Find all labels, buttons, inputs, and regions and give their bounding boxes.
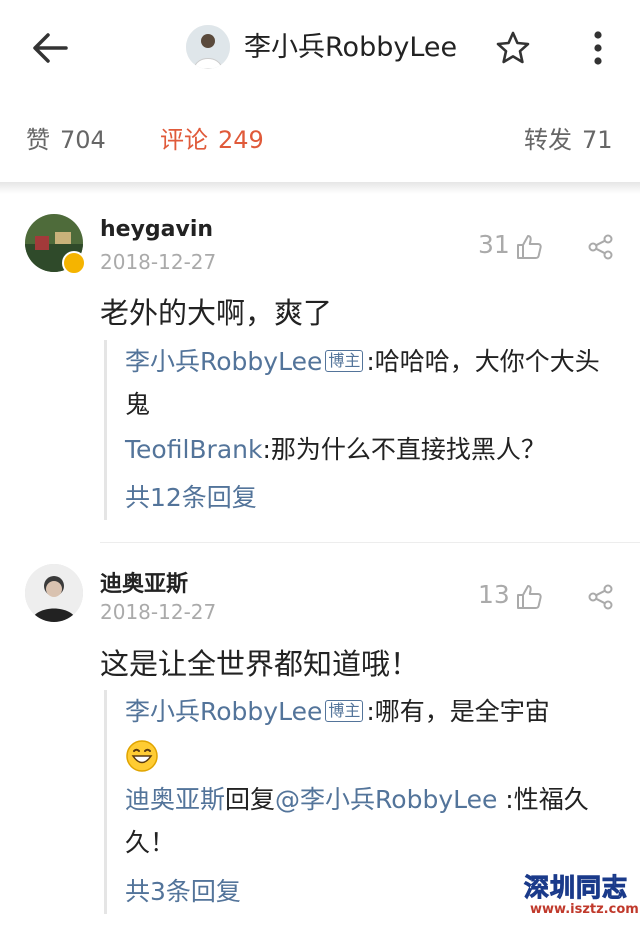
tab-likes[interactable]: 赞 704 [26,125,106,155]
comment-username[interactable]: heygavin [100,217,213,242]
reply-username[interactable]: TeofilBrank [125,435,262,464]
more-options-icon[interactable] [580,28,616,68]
page-title: 李小兵RobbyLee [244,32,458,63]
verified-badge-icon [62,251,86,275]
reposts-count: 71 [582,126,613,154]
like-count: 13 [478,580,510,609]
reply-username[interactable]: 李小兵RobbyLee [125,697,322,726]
watermark-url: www.isztz.com [528,902,640,917]
comment-date: 2018-12-27 [100,250,217,274]
like-count: 31 [478,230,510,259]
site-watermark: 深圳同志 www.isztz.com [523,868,640,922]
host-badge: 博主 [325,350,364,372]
reply-item: TeofilBrank:那为什么不直接找黑人？ [125,428,605,471]
tab-reposts[interactable]: 转发 71 [524,125,613,155]
thumbs-up-icon[interactable] [514,232,544,262]
reply-text: :那为什么不直接找黑人？ [262,435,546,464]
reposts-label: 转发 [524,126,572,154]
comment-item: heygavin 2018-12-27 31 老外的大啊，爽了 李小兵Robby… [0,194,640,544]
grinning-emoji-icon [126,740,158,772]
host-badge: 博主 [325,700,364,722]
avatar[interactable] [25,564,83,622]
stats-bar: 赞 704 评论 249 转发 71 [0,96,640,182]
share-icon[interactable] [586,232,616,262]
likes-count: 704 [60,126,106,154]
stats-divider [0,182,640,194]
star-icon[interactable] [493,28,533,68]
comments-label: 评论 [160,126,208,154]
reply-box[interactable]: 李小兵RobbyLee 博主:哈哈哈，大你个大头鬼 TeofilBrank:那为什… [104,340,619,520]
reply-username[interactable]: 李小兵RobbyLee [125,347,322,376]
reply-username[interactable]: 迪奥亚斯 [125,785,225,814]
watermark-title: 深圳同志 [523,873,629,903]
more-replies-link[interactable]: 共12条回复 [125,478,257,514]
reply-connector: 回复 [225,785,276,814]
reply-item: 迪奥亚斯回复@李小兵RobbyLee :性福久久！ [125,778,605,864]
thumbs-up-icon[interactable] [514,582,544,612]
comment-text: 这是让全世界都知道哦！ [100,647,420,681]
top-bar: 李小兵RobbyLee [0,0,640,96]
back-arrow-icon[interactable] [28,26,72,70]
reply-item: 李小兵RobbyLee 博主:哪有，是全宇宙 [125,690,605,776]
more-replies-link[interactable]: 共3条回复 [125,872,241,908]
reply-mention[interactable]: @李小兵RobbyLee [275,785,497,814]
comment-date: 2018-12-27 [100,600,217,624]
share-icon[interactable] [586,582,616,612]
profile-avatar[interactable] [186,25,230,69]
comments-count: 249 [218,126,264,154]
likes-label: 赞 [26,126,50,154]
reply-text: :哪有，是全宇宙 [366,697,550,726]
tab-comments[interactable]: 评论 249 [160,125,264,155]
comment-item: 迪奥亚斯 2018-12-27 13 这是让全世界都知道哦！ 李小兵RobbyL… [0,544,640,916]
reply-item: 李小兵RobbyLee 博主:哈哈哈，大你个大头鬼 [125,340,605,426]
comment-text: 老外的大啊，爽了 [100,296,333,330]
comment-username[interactable]: 迪奥亚斯 [100,566,188,598]
comment-divider [100,542,640,543]
